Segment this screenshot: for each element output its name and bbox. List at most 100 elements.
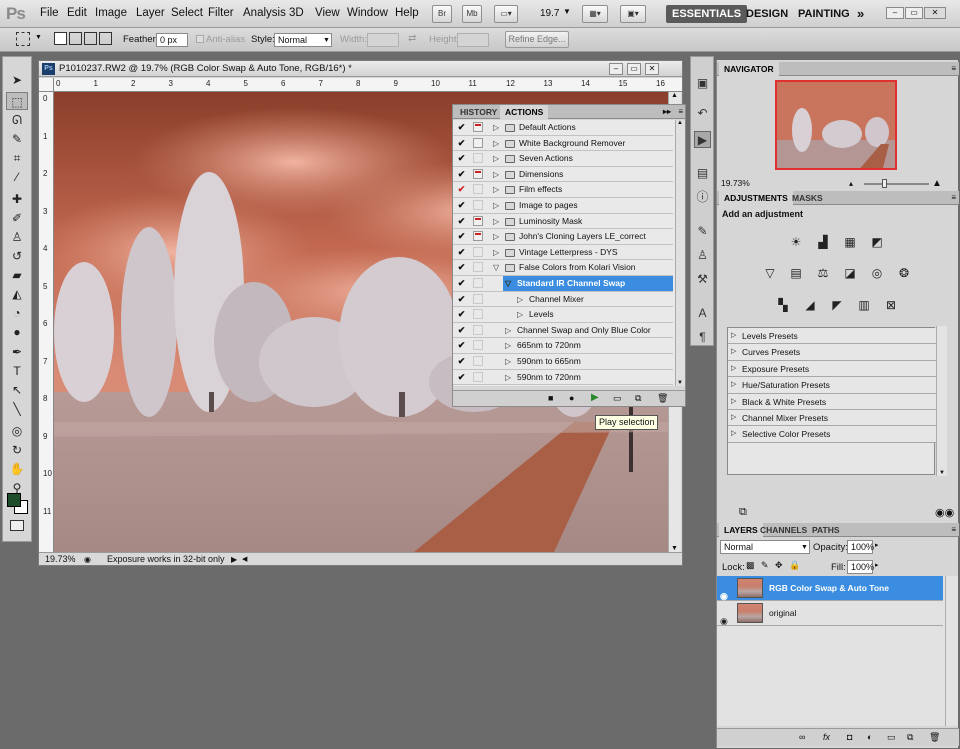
restore-icon[interactable]: ▭	[905, 7, 923, 19]
toggle-checkbox-icon[interactable]: ✔	[456, 372, 467, 383]
dialog-toggle-icon[interactable]	[473, 200, 483, 210]
hue-saturation-icon[interactable]: ▤	[787, 265, 805, 281]
workspace-design[interactable]: DESIGN	[740, 5, 794, 23]
tab-masks[interactable]: MASKS	[787, 191, 828, 205]
action-label-area[interactable]: ▷ 590nm to 665nm	[503, 354, 673, 369]
blend-mode-select[interactable]: Normal	[720, 540, 810, 554]
delete-layer-icon[interactable]: 🗑	[929, 732, 940, 743]
type-tool-icon[interactable]: T	[6, 362, 28, 380]
horizontal-ruler[interactable]: 0 1 2 3 4 5 6 7 8 9 10 11 12 13 14 15 16	[54, 78, 682, 92]
toggle-checkbox-icon[interactable]: ✔	[456, 231, 467, 242]
layer-name[interactable]: RGB Color Swap & Auto Tone	[769, 576, 889, 601]
antialias-checkbox[interactable]	[196, 35, 204, 43]
scroll-down-icon[interactable]: ▼	[671, 545, 678, 552]
swap-icon[interactable]: ⇄	[408, 33, 416, 44]
minimize-icon[interactable]: –	[886, 7, 904, 19]
height-field[interactable]	[457, 33, 489, 47]
zoom-in-icon[interactable]: ▲	[932, 178, 942, 189]
actions-scrollbar[interactable]: ▲ ▼	[675, 120, 685, 386]
preset-item[interactable]: Channel Mixer Presets	[728, 410, 936, 427]
dodge-tool-icon[interactable]: ●	[6, 323, 28, 341]
black-white-icon[interactable]: ◪	[841, 265, 859, 281]
zoom-readout[interactable]: 19.73%	[45, 553, 76, 566]
menu-3d[interactable]: 3D	[289, 7, 304, 19]
action-set-row[interactable]: ✔ ▷ Film effects	[453, 182, 673, 198]
menu-layer[interactable]: Layer	[136, 7, 165, 19]
shape-tool-icon[interactable]: ╲	[6, 400, 28, 418]
toggle-checkbox-icon[interactable]: ✔	[456, 325, 467, 336]
channel-mixer-icon[interactable]: ❂	[895, 265, 913, 281]
quick-selection-tool-icon[interactable]: ✎	[6, 130, 28, 148]
view-extras-icon[interactable]: ▭▾	[494, 5, 518, 23]
dialog-toggle-icon[interactable]	[473, 215, 483, 226]
actions-panel-icon[interactable]: ▶	[694, 131, 711, 148]
arrange-documents-icon[interactable]: ▦▾	[582, 5, 608, 23]
preset-item[interactable]: Selective Color Presets	[728, 426, 936, 443]
minibridge-panel-icon[interactable]: ▣	[694, 75, 711, 92]
marquee-tool-preset-icon[interactable]	[16, 32, 30, 46]
tab-history[interactable]: HISTORY	[455, 105, 502, 119]
dialog-toggle-icon[interactable]	[473, 356, 483, 366]
adjustment-footer-icon[interactable]: ⧉	[739, 506, 747, 519]
collapsed-triangle-icon[interactable]: ▷	[517, 307, 523, 322]
menu-image[interactable]: Image	[95, 7, 127, 19]
collapsed-triangle-icon[interactable]: ▷	[505, 323, 511, 338]
dialog-toggle-icon[interactable]	[473, 278, 483, 288]
chevron-down-icon[interactable]: ▼	[323, 37, 330, 44]
path-selection-tool-icon[interactable]: ↖	[6, 381, 28, 399]
collapsed-triangle-icon[interactable]: ▷	[493, 245, 499, 260]
status-menu-icon[interactable]: ▶	[231, 553, 237, 566]
action-label-area[interactable]: ▷ Seven Actions	[491, 151, 673, 166]
ruler-origin[interactable]	[39, 78, 54, 92]
menu-help[interactable]: Help	[395, 7, 419, 19]
layer-row[interactable]: ◉ RGB Color Swap & Auto Tone	[717, 576, 943, 601]
preset-item[interactable]: Levels Presets	[728, 328, 936, 345]
blur-tool-icon[interactable]: ◔	[6, 304, 28, 322]
expanded-triangle-icon[interactable]: ▽	[493, 260, 499, 275]
group-icon[interactable]: ▭	[887, 732, 896, 743]
quick-mask-icon[interactable]	[10, 520, 24, 531]
eraser-tool-icon[interactable]: ▰	[6, 266, 28, 284]
navigator-zoom-readout[interactable]: 19.73%	[721, 178, 750, 188]
panel-menu-icon[interactable]: ≡	[678, 105, 683, 119]
workspace-painting[interactable]: PAINTING	[792, 5, 856, 23]
action-row[interactable]: ✔ ▷ 665nm to 720nm	[453, 338, 673, 354]
dialog-toggle-icon[interactable]	[473, 371, 483, 382]
opacity-arrow-icon[interactable]: ▸	[875, 541, 879, 549]
scroll-up-icon[interactable]: ▲	[671, 92, 678, 99]
doc-minimize-icon[interactable]: –	[609, 63, 623, 75]
crop-tool-icon[interactable]: ⌗	[6, 149, 28, 167]
stop-icon[interactable]: ■	[548, 393, 553, 403]
collapse-panel-icon[interactable]: ▸▸	[663, 105, 671, 119]
lock-all-icon[interactable]: 🔒	[789, 560, 800, 571]
photo-filter-icon[interactable]: ◎	[868, 265, 886, 281]
action-label-area[interactable]: ▷ Film effects	[491, 182, 673, 197]
collapsed-triangle-icon[interactable]: ▷	[493, 229, 499, 244]
expanded-triangle-icon[interactable]: ▽	[505, 276, 511, 291]
menu-view[interactable]: View	[315, 7, 340, 19]
toggle-checkbox-icon[interactable]: ✔	[456, 138, 467, 149]
toggle-checkbox-icon[interactable]: ✔	[456, 200, 467, 211]
toggle-checkbox-icon[interactable]: ✔	[456, 294, 467, 305]
dialog-toggle-icon[interactable]	[473, 324, 483, 335]
action-label-area[interactable]: ▷ Channel Swap and Only Blue Color	[503, 323, 673, 338]
lock-transparent-icon[interactable]: ▩	[746, 560, 755, 571]
layer-row[interactable]: ◉ original	[717, 601, 943, 626]
navigator-preview[interactable]	[775, 80, 897, 170]
toggle-checkbox-icon[interactable]: ✔	[456, 309, 467, 320]
toggle-checkbox-icon[interactable]: ✔	[456, 153, 467, 164]
new-set-icon[interactable]: ▭	[613, 393, 622, 404]
character-panel-icon[interactable]: A	[694, 305, 711, 322]
vertical-ruler[interactable]: 0 1 2 3 4 5 6 7 8 9 10 11	[39, 92, 54, 552]
action-row[interactable]: ✔ ▷ Levels	[453, 307, 673, 323]
scroll-down-icon[interactable]: ▼	[939, 470, 945, 476]
feather-field[interactable]: 0 px	[156, 33, 188, 47]
lock-position-icon[interactable]: ✥	[775, 560, 783, 571]
adjustment-layer-icon[interactable]: ◐	[867, 732, 872, 742]
panel-menu-icon[interactable]: ≡	[951, 62, 956, 76]
gradient-map-icon[interactable]: ▥	[855, 297, 873, 313]
posterize-icon[interactable]: ◢	[801, 297, 819, 313]
action-row[interactable]: ✔ ▷ Channel Swap and Only Blue Color	[453, 323, 673, 339]
dialog-toggle-icon[interactable]	[473, 340, 483, 351]
collapsed-triangle-icon[interactable]: ▷	[493, 198, 499, 213]
